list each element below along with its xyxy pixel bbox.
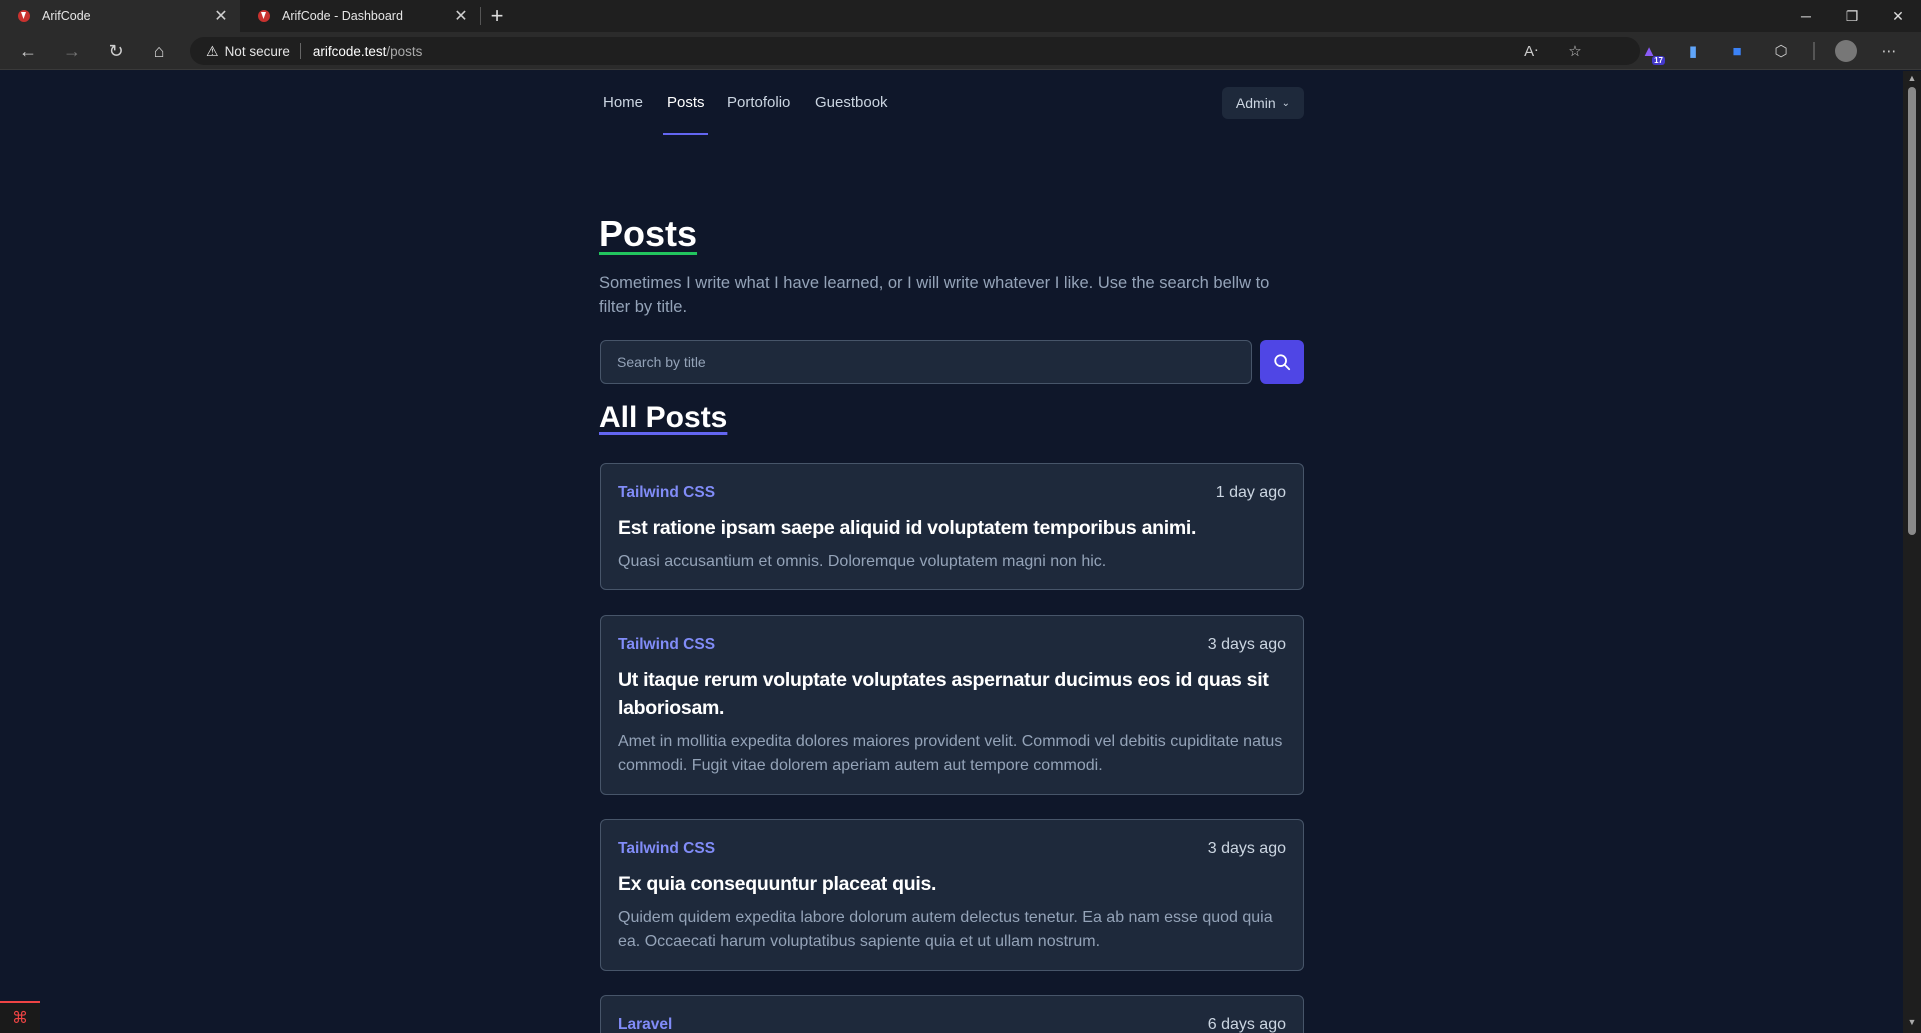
warning-icon[interactable]: ⚠ [206, 43, 219, 60]
nav-link-home[interactable]: Home [603, 94, 643, 111]
admin-dropdown-button[interactable]: Admin ⌄ [1221, 87, 1304, 119]
post-excerpt: Quidem quidem expedita labore dolorum au… [618, 909, 1273, 950]
page-intro: Sometimes I write what I have learned, o… [599, 274, 1270, 316]
extensions-icon[interactable]: ⬡ [1769, 39, 1793, 63]
scrollbar-thumb[interactable] [1908, 87, 1916, 535]
post-time: 1 day ago [1215, 484, 1286, 501]
post-time: 6 days ago [1207, 1016, 1286, 1033]
url-host: arifcode.test [312, 43, 387, 59]
section-title: All Posts [599, 401, 728, 434]
restore-icon[interactable]: ❐ [1829, 0, 1875, 32]
browser-tab-bar: ArifCode ✕ ArifCode - Dashboard ✕ + ─ ❐ … [0, 0, 1921, 32]
back-icon[interactable]: ← [16, 39, 40, 63]
window-controls: ─ ❐ ✕ [1783, 0, 1921, 32]
security-label[interactable]: Not secure [225, 44, 290, 59]
url-divider [299, 43, 301, 59]
browser-tab-arifcode[interactable]: ArifCode ✕ [0, 0, 240, 32]
translate-extension-icon[interactable]: ■ [1725, 39, 1749, 63]
extension-badge-count: 17 [1652, 56, 1665, 65]
nav-link-guestbook[interactable]: Guestbook [815, 94, 888, 111]
page-title: Posts [599, 213, 698, 254]
post-excerpt: Amet in mollitia expedita dolores maiore… [618, 733, 1283, 774]
laravel-favicon-icon [18, 10, 30, 22]
browser-toolbar: ← → ↻ ⌂ ⚠ Not secure arifcode.test /post… [0, 32, 1921, 70]
post-card[interactable]: Tailwind CSS 3 days ago Ut itaque rerum … [600, 615, 1304, 795]
address-bar[interactable]: ⚠ Not secure arifcode.test /posts [190, 37, 1640, 65]
post-title[interactable]: Est ratione ipsam saepe aliquid id volup… [618, 514, 1286, 542]
search-icon [1274, 354, 1291, 371]
read-aloud-icon[interactable]: Aᐧ [1519, 39, 1543, 63]
forward-icon[interactable]: → [60, 39, 84, 63]
search-button[interactable] [1260, 340, 1304, 384]
post-card[interactable]: Tailwind CSS 3 days ago Ex quia consequu… [600, 819, 1304, 971]
tab-title: ArifCode - Dashboard [282, 9, 403, 23]
search-input[interactable] [600, 340, 1252, 384]
url-path: /posts [386, 43, 423, 59]
refresh-icon[interactable]: ↻ [104, 39, 128, 63]
toolbar-divider [1813, 42, 1815, 60]
new-tab-button[interactable]: + [481, 0, 513, 32]
page-content: Home Posts Portofolio Guestbook Admin ⌄ … [0, 71, 1903, 1033]
extension-icons: Aᐧ ☆ ▲ 17 ▮ ■ ⬡ ⋯ [1519, 39, 1901, 65]
laravel-favicon-icon [258, 10, 270, 22]
post-card[interactable]: Tailwind CSS 1 day ago Est ratione ipsam… [600, 463, 1304, 590]
admin-label: Admin [1235, 95, 1276, 111]
chevron-down-icon: ⌄ [1281, 97, 1290, 109]
extension-badge-icon[interactable]: ▲ 17 [1637, 39, 1665, 65]
browser-tab-dashboard[interactable]: ArifCode - Dashboard ✕ [240, 0, 480, 32]
bookmark-extension-icon[interactable]: ▮ [1681, 39, 1705, 63]
page-scrollbar[interactable]: ▲ ▼ [1903, 71, 1921, 1033]
tab-title: ArifCode [42, 9, 91, 23]
post-title[interactable]: Ex quia consequuntur placeat quis. [618, 870, 1286, 898]
favorites-icon[interactable]: ☆ [1563, 39, 1587, 63]
post-time: 3 days ago [1207, 636, 1286, 653]
post-category[interactable]: Tailwind CSS [618, 636, 715, 654]
close-tab-icon[interactable]: ✕ [452, 6, 470, 26]
nav-link-posts[interactable]: Posts [667, 94, 705, 111]
minimize-icon[interactable]: ─ [1783, 0, 1829, 32]
post-category[interactable]: Tailwind CSS [618, 840, 715, 858]
active-nav-indicator [663, 133, 708, 135]
site-nav: Home Posts Portofolio Guestbook Admin ⌄ [599, 71, 1304, 137]
post-title[interactable]: Ut itaque rerum voluptate voluptates asp… [618, 666, 1286, 722]
home-icon[interactable]: ⌂ [147, 39, 171, 63]
more-menu-icon[interactable]: ⋯ [1877, 39, 1901, 63]
post-category[interactable]: Tailwind CSS [618, 484, 715, 502]
post-card[interactable]: Laravel 6 days ago [600, 995, 1304, 1033]
scroll-up-icon[interactable]: ▲ [1903, 73, 1921, 87]
post-category[interactable]: Laravel [618, 1016, 672, 1033]
scroll-down-icon[interactable]: ▼ [1903, 1017, 1921, 1031]
post-excerpt: Quasi accusantium et omnis. Doloremque v… [618, 553, 1107, 570]
profile-avatar[interactable] [1835, 40, 1857, 62]
post-time: 3 days ago [1207, 840, 1286, 857]
nav-link-portofolio[interactable]: Portofolio [727, 94, 790, 111]
close-tab-icon[interactable]: ✕ [212, 6, 230, 26]
laravel-debugbar-icon[interactable]: ⌘ [0, 1001, 40, 1033]
close-window-icon[interactable]: ✕ [1875, 0, 1921, 32]
